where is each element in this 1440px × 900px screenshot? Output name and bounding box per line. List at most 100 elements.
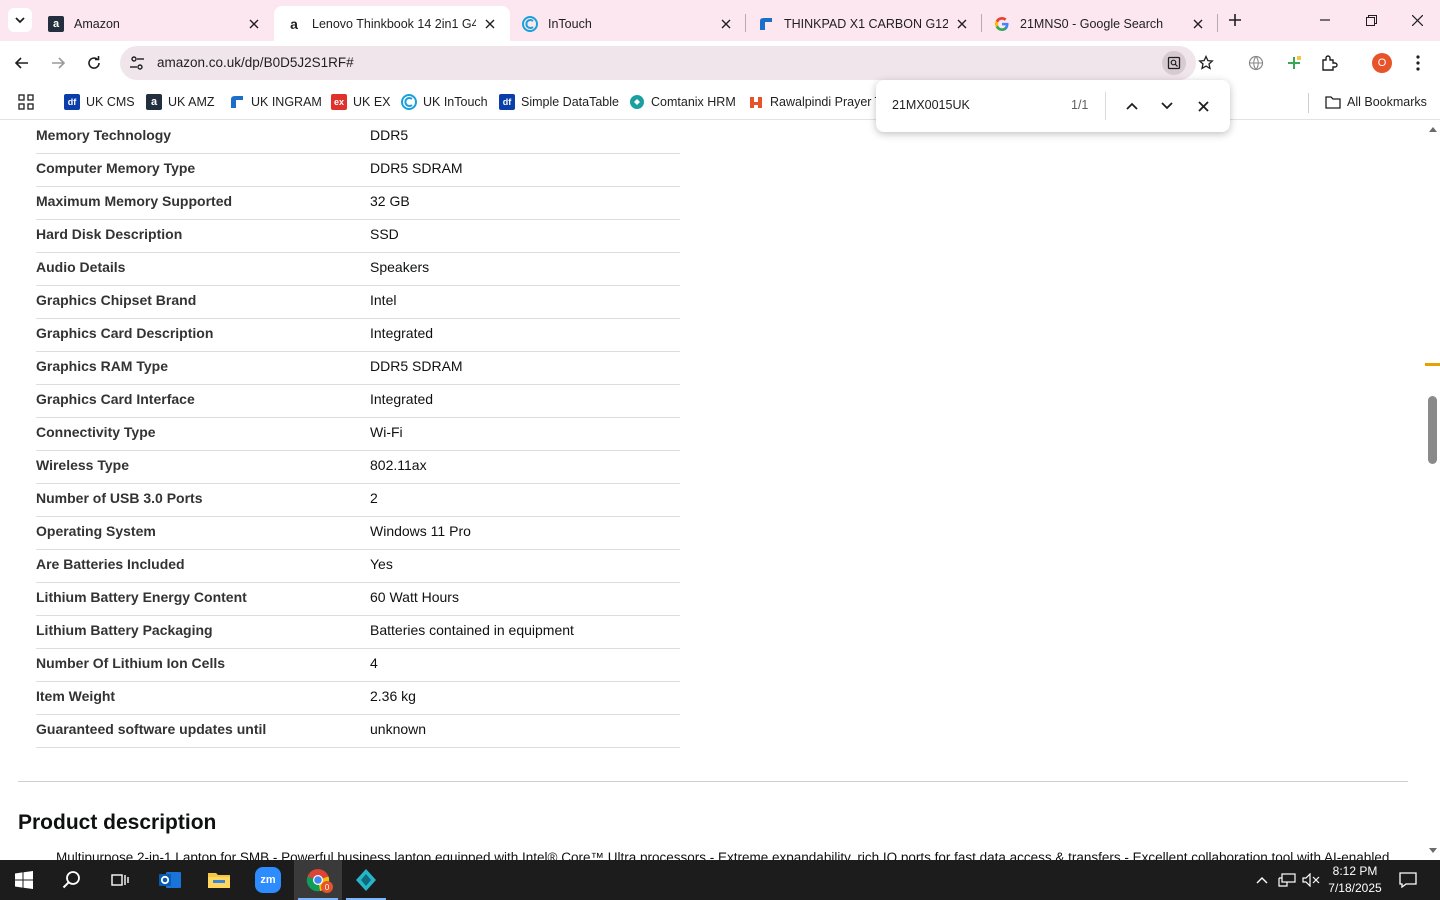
start-button[interactable]: [0, 860, 48, 900]
chrome-app[interactable]: 0: [294, 860, 342, 900]
minimize-button[interactable]: [1302, 0, 1348, 40]
close-window-button[interactable]: [1394, 0, 1440, 40]
close-icon[interactable]: [718, 16, 734, 32]
close-icon[interactable]: [482, 16, 498, 32]
forward-button[interactable]: [44, 49, 72, 77]
bookmark-uk-intouch[interactable]: UK InTouch: [401, 91, 488, 113]
new-tab-button[interactable]: [1224, 9, 1246, 31]
spec-value: Intel: [370, 292, 397, 308]
scrollbar-thumb[interactable]: [1428, 396, 1437, 464]
apps-grid-icon[interactable]: [18, 91, 34, 113]
address-bar[interactable]: amazon.co.uk/dp/B0D5J2S1RF#: [120, 46, 1214, 80]
spec-row: Computer Memory Type DDR5 SDRAM: [36, 154, 680, 187]
show-hidden-icons-button[interactable]: [1252, 860, 1272, 900]
spec-label: Lithium Battery Energy Content: [36, 589, 247, 605]
bookmark-uk-amz[interactable]: a UK AMZ: [146, 91, 215, 113]
spec-value: 32 GB: [370, 193, 410, 209]
tab-lenovo-thinkbook[interactable]: a Lenovo Thinkbook 14 2in1 G4 I: [274, 6, 510, 41]
bookmark-simple-datatable[interactable]: df Simple DataTable: [499, 91, 619, 113]
zoom-app[interactable]: zm: [244, 860, 292, 900]
chevron-up-icon: [1256, 877, 1268, 884]
all-bookmarks-button[interactable]: All Bookmarks: [1325, 91, 1427, 113]
find-previous-button[interactable]: [1120, 94, 1144, 118]
bookmark-uk-cms[interactable]: df UK CMS: [64, 91, 135, 113]
spec-label: Hard Disk Description: [36, 226, 183, 242]
close-icon[interactable]: [1190, 16, 1206, 32]
spec-row: Guaranteed software updates until unknown: [36, 715, 680, 748]
bookmark-uk-ex[interactable]: ex UK EX: [331, 91, 391, 113]
page-content: Memory Technology DDR5 Computer Memory Typ…: [0, 121, 1425, 860]
spec-label: Graphics Card Interface: [36, 391, 195, 407]
windows-taskbar: zm 0 8:12 PM 7/18/2025: [0, 860, 1440, 900]
outlook-icon: [159, 872, 181, 888]
network-button[interactable]: [1276, 860, 1298, 900]
taskbar-clock[interactable]: 8:12 PM 7/18/2025: [1322, 863, 1388, 897]
spec-row: Number Of Lithium Ion Cells 4: [36, 649, 680, 682]
tab-title: THINKPAD X1 CARBON G12 U7: [784, 16, 948, 31]
url-text[interactable]: amazon.co.uk/dp/B0D5J2S1RF#: [157, 55, 354, 70]
spec-label: Item Weight: [36, 688, 116, 704]
tab-search-button[interactable]: [8, 8, 32, 32]
spec-value: Speakers: [370, 259, 430, 275]
find-match-count: 1/1: [1071, 98, 1089, 112]
reload-icon: [88, 56, 100, 69]
close-icon[interactable]: [246, 16, 262, 32]
spec-label: Graphics RAM Type: [36, 358, 168, 374]
back-button[interactable]: [8, 49, 36, 77]
bookmark-uk-ingram[interactable]: UK INGRAM: [229, 91, 322, 113]
bookmark-label: Comtanix HRM: [651, 95, 736, 109]
spec-value: 802.11ax: [370, 457, 427, 473]
task-view-button[interactable]: [96, 860, 144, 900]
amazon-icon: a: [48, 15, 64, 32]
tab-google-search[interactable]: 21MNS0 - Google Search: [982, 6, 1218, 41]
close-icon[interactable]: [954, 16, 970, 32]
restore-button[interactable]: [1348, 0, 1394, 40]
spec-value: Wi-Fi: [370, 424, 403, 440]
find-close-button[interactable]: [1191, 94, 1215, 118]
spec-row: Wireless Type 802.11ax: [36, 451, 680, 484]
spec-label: Connectivity Type: [36, 424, 156, 440]
volume-button[interactable]: [1300, 860, 1322, 900]
spec-row: Graphics Chipset Brand Intel: [36, 286, 680, 319]
notifications-button[interactable]: [1394, 860, 1422, 900]
tab-title: Amazon: [74, 16, 120, 31]
minimize-icon: [1320, 19, 1330, 21]
find-input[interactable]: 21MX0015UK: [892, 98, 970, 112]
find-in-page-icon[interactable]: [1162, 51, 1186, 75]
spec-label: Number Of Lithium Ion Cells: [36, 655, 226, 671]
scroll-down-arrow-icon[interactable]: [1425, 845, 1440, 857]
spec-label: Guaranteed software updates until: [36, 721, 267, 737]
site-settings-icon[interactable]: [126, 52, 148, 74]
spec-row: Connectivity Type Wi-Fi: [36, 418, 680, 451]
tab-amazon[interactable]: a Amazon: [36, 6, 274, 41]
bookmark-rawalpindi-prayer[interactable]: Rawalpindi Prayer Ti: [748, 91, 885, 113]
translate-icon[interactable]: [1242, 49, 1270, 77]
notification-center-icon: [1399, 872, 1417, 888]
spec-value: Batteries contained in equipment: [370, 622, 574, 638]
bookmark-star-icon[interactable]: [1194, 51, 1218, 75]
reload-button[interactable]: [80, 49, 108, 77]
page-scrollbar[interactable]: [1425, 121, 1440, 860]
spec-row: Maximum Memory Supported 32 GB: [36, 187, 680, 220]
bookmark-label: UK EX: [353, 95, 391, 109]
extensions-icon[interactable]: [1315, 49, 1343, 77]
find-next-button[interactable]: [1155, 94, 1179, 118]
scroll-up-arrow-icon[interactable]: [1425, 123, 1440, 135]
bookmark-comtanix-hrm[interactable]: Comtanix HRM: [629, 91, 736, 113]
menu-dots-icon[interactable]: [1404, 49, 1432, 77]
file-explorer-app[interactable]: [195, 860, 243, 900]
spec-value: 4: [370, 655, 378, 671]
close-icon: [1197, 100, 1209, 112]
outlook-app[interactable]: [146, 860, 194, 900]
taskbar-search-button[interactable]: [48, 860, 96, 900]
tab-thinkpad-x1[interactable]: THINKPAD X1 CARBON G12 U7: [746, 6, 982, 41]
tab-intouch[interactable]: InTouch: [510, 6, 746, 41]
tab-separator: [745, 14, 746, 32]
spec-row: Hard Disk Description SSD: [36, 220, 680, 253]
extension-puzzle-green-icon[interactable]: [1280, 49, 1308, 77]
ingram-icon: [758, 16, 774, 32]
spec-row: Graphics Card Interface Integrated: [36, 385, 680, 418]
clock-time: 8:12 PM: [1332, 864, 1378, 878]
profile-avatar[interactable]: O: [1372, 53, 1392, 73]
pinned-app[interactable]: [342, 860, 390, 900]
